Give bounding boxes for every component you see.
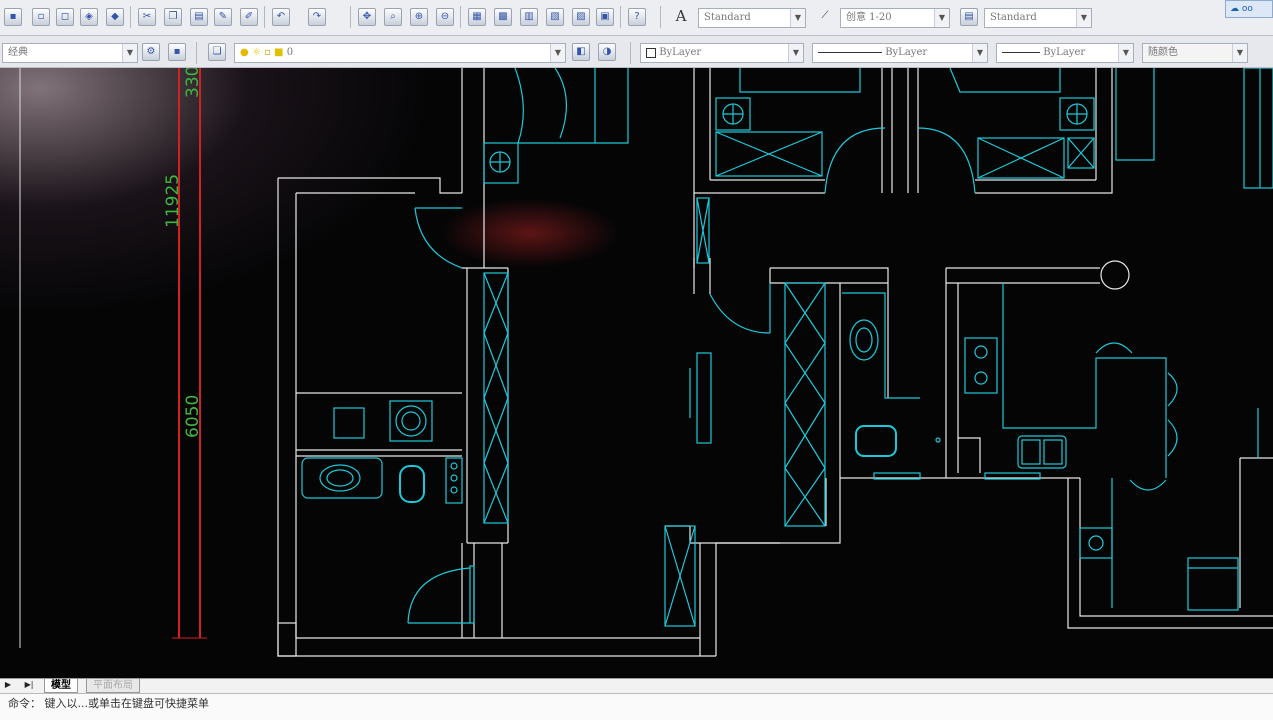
last-tab-button[interactable]: ▶| xyxy=(24,680,34,692)
sun-icon: ☼ xyxy=(251,47,261,58)
dimension-style-select[interactable]: 创意 1-20 ▼ xyxy=(840,8,950,28)
plot-preview-icon[interactable]: ◻ xyxy=(56,8,74,26)
chevron-down-icon: ▼ xyxy=(1232,44,1247,62)
zoom-realtime-icon[interactable]: ⌕ xyxy=(384,8,402,26)
workspace-settings-icon[interactable]: ⚙ xyxy=(142,43,160,61)
tool-palettes-icon[interactable]: ▥ xyxy=(520,8,538,26)
drawing-canvas[interactable]: 330 11925 6050 xyxy=(0,68,1273,678)
infocenter-button[interactable]: ☁ oo xyxy=(1225,0,1273,18)
text-style-value: Standard xyxy=(704,12,751,23)
design-center-icon[interactable]: ▩ xyxy=(494,8,512,26)
tab-layout[interactable]: 平面布局 xyxy=(86,679,140,693)
chevron-down-icon: ▼ xyxy=(790,9,805,27)
dimension-text: 11925 xyxy=(163,174,183,228)
standard-toolbar: ▪ ▫ ◻ ◈ ◆ ✂ ❐ ▤ ✎ ✐ ↶ ↷ ✥ ⌕ ⊕ ⊖ ▦ ▩ ▥ ▧ … xyxy=(0,0,1273,36)
publish-icon[interactable]: ◈ xyxy=(80,8,98,26)
chevron-down-icon: ▼ xyxy=(788,44,803,62)
lineweight-select[interactable]: ByLayer ▼ xyxy=(996,43,1134,63)
table-style-value: Standard xyxy=(990,12,1037,23)
chevron-down-icon: ▼ xyxy=(550,44,565,62)
save-icon[interactable]: ▪ xyxy=(4,8,22,26)
first-tab-button[interactable]: ▶ xyxy=(3,680,13,692)
text-style-select[interactable]: Standard ▼ xyxy=(698,8,806,28)
properties-icon[interactable]: ▦ xyxy=(468,8,486,26)
calculator-icon[interactable]: ▣ xyxy=(596,8,614,26)
3d-dwf-icon[interactable]: ◆ xyxy=(106,8,124,26)
layer-manager-icon[interactable]: ❏ xyxy=(208,43,226,61)
color-value: ByLayer xyxy=(659,47,702,58)
layout-tab-bar: ▶ ▶| 模型 平面布局 xyxy=(0,678,1273,694)
chevron-down-icon: ▼ xyxy=(934,9,949,27)
dimension-style-icon[interactable]: ⟋ xyxy=(816,8,834,26)
sheet-set-icon[interactable]: ▧ xyxy=(546,8,564,26)
dimension-style-value: 创意 1-20 xyxy=(846,12,892,23)
table-style-icon[interactable]: ▤ xyxy=(960,8,978,26)
zoom-window-icon[interactable]: ⊕ xyxy=(410,8,428,26)
help-icon[interactable]: ? xyxy=(628,8,646,26)
lineweight-value: ByLayer xyxy=(1043,47,1086,58)
workspace-value: 经典 xyxy=(8,47,28,58)
layer-name: 0 xyxy=(286,47,294,58)
plot-style-select[interactable]: 随颜色 ▼ xyxy=(1142,43,1248,63)
command-line[interactable]: 命令： 键入以...或单击在键盘可快捷菜单 xyxy=(0,694,1273,720)
block-editor-icon[interactable]: ✐ xyxy=(240,8,258,26)
copy-icon[interactable]: ❐ xyxy=(164,8,182,26)
tab-model[interactable]: 模型 xyxy=(44,679,78,693)
text-style-icon[interactable]: A xyxy=(672,8,690,26)
color-swatch-icon xyxy=(646,47,656,58)
chevron-down-icon: ▼ xyxy=(972,44,987,62)
layer-select[interactable]: ● ☼ ▫ ■ 0 ▼ xyxy=(234,43,566,63)
layer-color-icon: ■ xyxy=(274,47,284,58)
cut-icon[interactable]: ✂ xyxy=(138,8,156,26)
undo-icon[interactable]: ↶ xyxy=(272,8,290,26)
linetype-value: ByLayer xyxy=(885,47,928,58)
command-prompt-text: 命令： 键入以...或单击在键盘可快捷菜单 xyxy=(8,697,209,710)
color-select[interactable]: ByLayer ▼ xyxy=(640,43,804,63)
chevron-down-icon: ▼ xyxy=(1076,9,1091,27)
dimension-text: 6050 xyxy=(183,395,203,438)
linetype-sample xyxy=(818,52,882,53)
lineweight-sample xyxy=(1002,52,1040,53)
lock-icon: ▫ xyxy=(264,47,271,58)
table-style-select[interactable]: Standard ▼ xyxy=(984,8,1092,28)
make-current-layer-icon[interactable]: ◧ xyxy=(572,43,590,61)
cloud-icon: ☁ xyxy=(1230,4,1239,14)
infocenter-label: oo xyxy=(1241,4,1253,14)
lightbulb-icon: ● xyxy=(240,47,249,58)
linetype-select[interactable]: ByLayer ▼ xyxy=(812,43,988,63)
layer-previous-icon[interactable]: ◑ xyxy=(598,43,616,61)
layers-properties-toolbar: 经典 ▼ ⚙ ▪ ❏ ● ☼ ▫ ■ 0 ▼ ◧ ◑ ByLayer ▼ ByL… xyxy=(0,36,1273,68)
plot-style-value: 随颜色 xyxy=(1148,47,1178,58)
floor-plan: 330 11925 6050 xyxy=(19,68,1273,657)
save-workspace-icon[interactable]: ▪ xyxy=(168,43,186,61)
pan-icon[interactable]: ✥ xyxy=(358,8,376,26)
fixtures-cyan xyxy=(301,68,1273,627)
zoom-previous-icon[interactable]: ⊖ xyxy=(436,8,454,26)
paste-icon[interactable]: ▤ xyxy=(190,8,208,26)
print-icon[interactable]: ▫ xyxy=(32,8,50,26)
chevron-down-icon: ▼ xyxy=(122,44,137,62)
dimension-text: 330 xyxy=(183,68,203,98)
match-properties-icon[interactable]: ✎ xyxy=(214,8,232,26)
redo-icon[interactable]: ↷ xyxy=(308,8,326,26)
markup-icon[interactable]: ▨ xyxy=(572,8,590,26)
chevron-down-icon: ▼ xyxy=(1118,44,1133,62)
workspace-select[interactable]: 经典 ▼ xyxy=(2,43,138,63)
